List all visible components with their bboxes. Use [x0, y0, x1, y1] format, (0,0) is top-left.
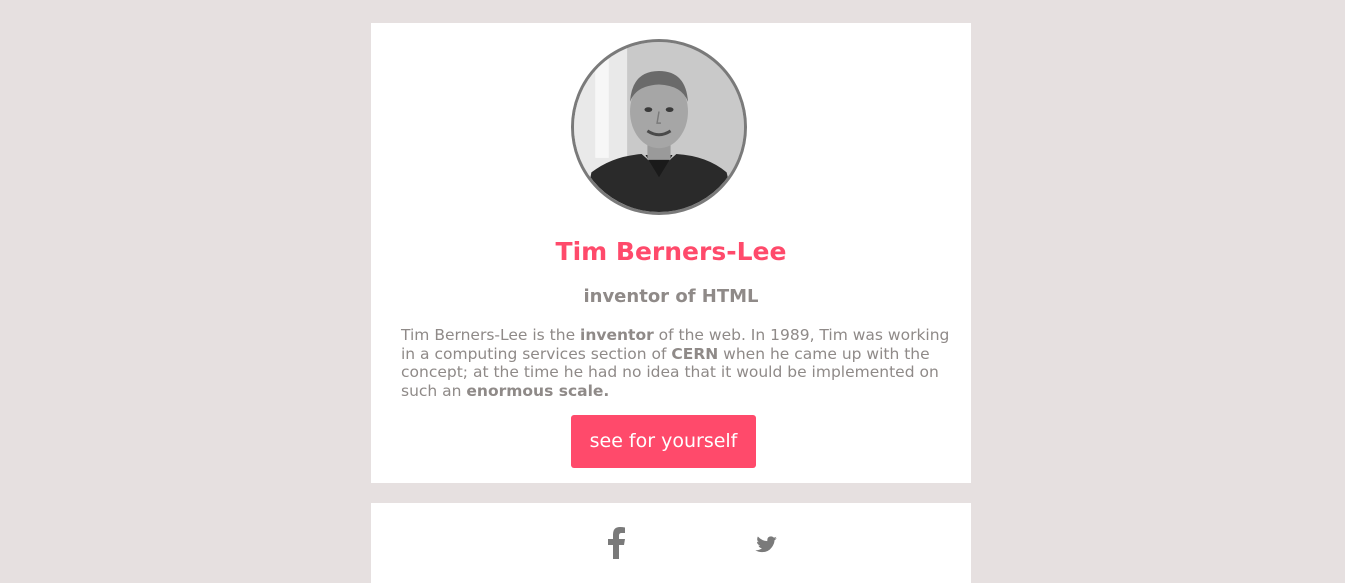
- profile-card: Tim Berners-Lee inventor of HTML Tim Ber…: [371, 23, 971, 483]
- bio-emphasis: enormous scale.: [466, 381, 610, 400]
- bio-text: Tim Berners-Lee is the: [401, 326, 581, 344]
- twitter-icon[interactable]: [755, 536, 777, 554]
- facebook-icon[interactable]: [605, 527, 627, 559]
- see-for-yourself-button[interactable]: see for yourself: [571, 415, 756, 468]
- profile-subtitle: inventor of HTML: [583, 286, 759, 307]
- avatar: [571, 39, 747, 215]
- bio-emphasis: CERN: [671, 344, 719, 363]
- avatar-photo: [574, 42, 744, 212]
- profile-name: Tim Berners-Lee: [555, 237, 787, 266]
- social-card: [371, 503, 971, 583]
- profile-bio: Tim Berners-Lee is the inventor of the w…: [401, 326, 951, 400]
- bio-emphasis: inventor: [580, 326, 654, 344]
